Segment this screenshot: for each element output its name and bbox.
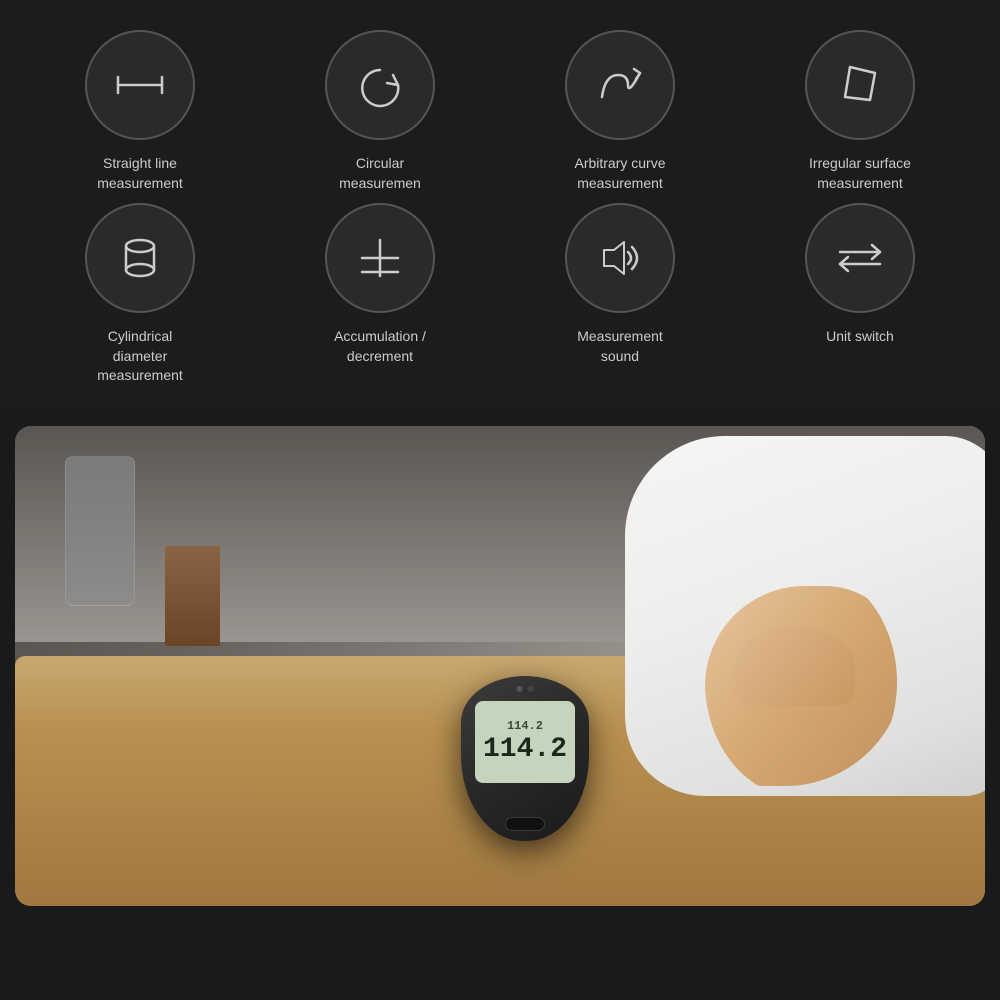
feature-cylindrical: Cylindrical diameter measurement — [20, 203, 260, 386]
irregular-surface-icon — [830, 55, 890, 115]
features-section: Straight line measurement Circular measu… — [0, 0, 1000, 406]
cylindrical-icon — [110, 228, 170, 288]
feature-straight-line: Straight line measurement — [20, 30, 260, 193]
photo-container: 114.2 114.2 — [15, 426, 985, 906]
irregular-surface-label: Irregular surface measurement — [809, 154, 911, 193]
cylindrical-icon-circle — [85, 203, 195, 313]
straight-line-icon — [110, 55, 170, 115]
feature-sound: Measurement sound — [500, 203, 740, 386]
device-container: 114.2 114.2 — [461, 676, 591, 846]
device-wheel — [505, 817, 545, 831]
unit-switch-label: Unit switch — [826, 327, 894, 347]
scene-background: 114.2 114.2 — [15, 426, 985, 906]
feature-unit-switch: Unit switch — [740, 203, 980, 386]
screen-main-number: 114.2 — [483, 736, 567, 764]
straight-line-icon-circle — [85, 30, 195, 140]
circular-icon-circle — [325, 30, 435, 140]
arbitrary-curve-label: Arbitrary curve measurement — [574, 154, 665, 193]
feature-circular: Circular measuremen — [260, 30, 500, 193]
cylindrical-label: Cylindrical diameter measurement — [97, 327, 183, 386]
accumulation-icon-circle — [325, 203, 435, 313]
arbitrary-curve-icon — [590, 55, 650, 115]
irregular-surface-icon-circle — [805, 30, 915, 140]
accumulation-label: Accumulation / decrement — [334, 327, 426, 366]
product-photo-section: 114.2 114.2 — [15, 426, 985, 906]
straight-line-label: Straight line measurement — [97, 154, 183, 193]
arbitrary-curve-icon-circle — [565, 30, 675, 140]
unit-switch-icon — [830, 228, 890, 288]
fingers — [735, 626, 855, 706]
bg-box — [165, 546, 220, 646]
feature-arbitrary-curve: Arbitrary curve measurement — [500, 30, 740, 193]
bg-vase — [65, 456, 135, 606]
unit-switch-icon-circle — [805, 203, 915, 313]
sound-icon — [590, 228, 650, 288]
sound-icon-circle — [565, 203, 675, 313]
circular-icon — [350, 55, 410, 115]
device-body: 114.2 114.2 — [461, 676, 589, 841]
indicator-dot-2 — [528, 686, 534, 692]
circular-label: Circular measuremen — [339, 154, 421, 193]
device-indicators — [517, 686, 534, 692]
feature-accumulation: Accumulation / decrement — [260, 203, 500, 386]
feature-irregular-surface: Irregular surface measurement — [740, 30, 980, 193]
sound-label: Measurement sound — [577, 327, 663, 366]
accumulation-icon — [350, 228, 410, 288]
device-screen: 114.2 114.2 — [475, 701, 575, 783]
screen-top-number: 114.2 — [507, 719, 543, 733]
indicator-dot-1 — [517, 686, 523, 692]
icons-grid: Straight line measurement Circular measu… — [20, 30, 980, 386]
